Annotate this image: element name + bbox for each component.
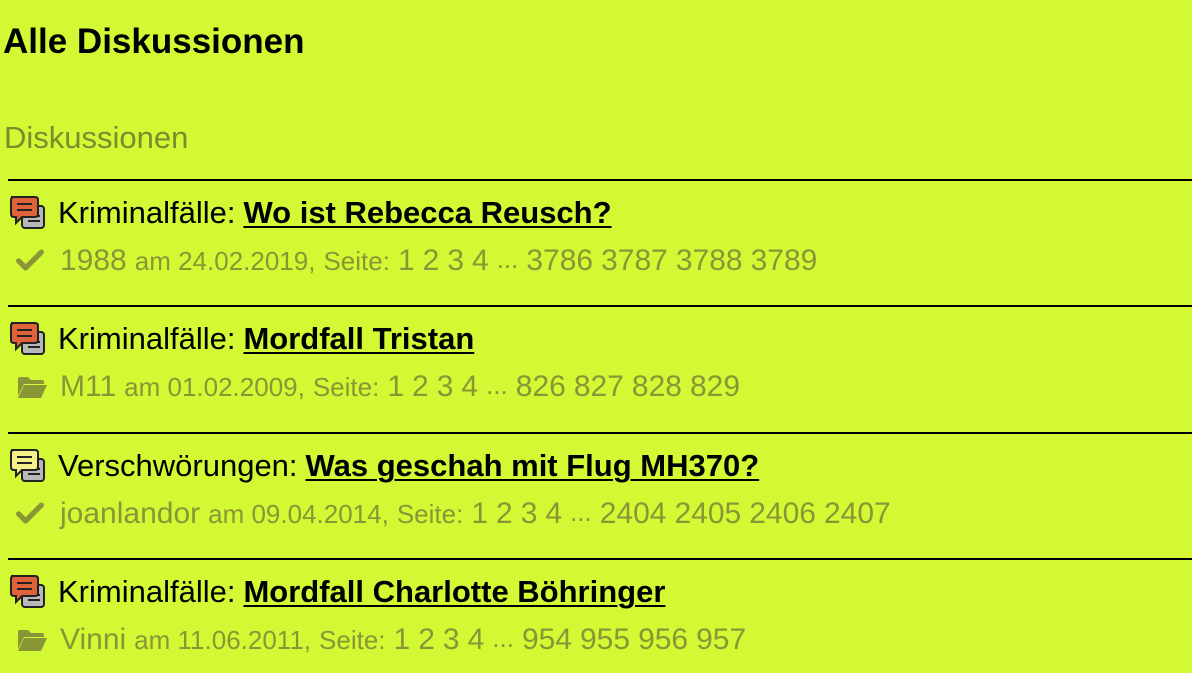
page-link[interactable]: 2407 bbox=[824, 497, 891, 531]
page-link[interactable]: 2405 bbox=[675, 497, 742, 531]
page-link[interactable]: 2 bbox=[496, 497, 513, 531]
thread-meta: M11 am 01.02.2009, Seite: 1 2 3 4... 826 827 8… bbox=[16, 369, 748, 405]
page-link[interactable]: 4 bbox=[545, 497, 562, 531]
thread-date: am 24.02.2019, bbox=[134, 245, 316, 276]
pagination-ellipsis: ... bbox=[486, 370, 508, 400]
checkmark-icon bbox=[16, 248, 48, 274]
page-link[interactable]: 3786 bbox=[526, 244, 593, 278]
page-link[interactable]: 1 bbox=[394, 623, 411, 657]
thread-author[interactable]: M11 bbox=[60, 370, 116, 404]
page-link[interactable]: 2404 bbox=[600, 497, 667, 531]
pages-label: Seite: bbox=[312, 371, 380, 402]
speech-bubble-red-icon bbox=[8, 320, 48, 358]
page-link[interactable]: 2 bbox=[412, 370, 429, 404]
page-link[interactable]: 826 bbox=[516, 370, 566, 404]
thread-meta: Vinni am 11.06.2011, Seite: 1 2 3 4... 954 95… bbox=[16, 622, 754, 658]
pagination-ellipsis: ... bbox=[492, 623, 514, 653]
page-link[interactable]: 3 bbox=[437, 370, 454, 404]
thread-author[interactable]: joanlandor bbox=[60, 497, 200, 531]
thread-header: Kriminalfälle: Mordfall Charlotte Böhrin… bbox=[8, 572, 665, 612]
thread-title-link[interactable]: Was geschah mit Flug MH370? bbox=[306, 448, 760, 484]
page-link[interactable]: 3 bbox=[447, 244, 464, 278]
checkmark-icon bbox=[16, 501, 48, 527]
thread-category: Kriminalfälle: bbox=[58, 195, 236, 230]
pages-label: Seite: bbox=[323, 245, 390, 276]
page-link[interactable]: 4 bbox=[461, 370, 478, 404]
thread-category: Kriminalfälle: bbox=[58, 574, 236, 609]
thread-category: Verschwörungen: bbox=[58, 448, 298, 483]
thread-header: Kriminalfälle: Mordfall Tristan bbox=[8, 319, 474, 359]
speech-bubble-red-icon bbox=[8, 194, 48, 232]
thread-title-link[interactable]: Wo ist Rebecca Reusch? bbox=[243, 195, 611, 231]
thread-author[interactable]: 1988 bbox=[60, 244, 127, 278]
section-title: Diskussionen bbox=[4, 120, 189, 155]
pagination: 1 2 3 4... 2404 2405 2406 2407 bbox=[471, 497, 898, 531]
thread-title-link[interactable]: Mordfall Tristan bbox=[243, 321, 474, 357]
page-link[interactable]: 1 bbox=[387, 370, 404, 404]
page-link[interactable]: 3 bbox=[521, 497, 538, 531]
pagination: 1 2 3 4... 826 827 828 829 bbox=[387, 370, 748, 404]
thread-meta: 1988 am 24.02.2019, Seite: 1 2 3 4... 3786 37… bbox=[16, 243, 825, 279]
page-link[interactable]: 829 bbox=[690, 370, 740, 404]
thread-row: Kriminalfälle: Mordfall Tristan M11 am 0… bbox=[8, 305, 1192, 432]
thread-row: Kriminalfälle: Mordfall Charlotte Böhrin… bbox=[8, 558, 1192, 673]
page-link[interactable]: 956 bbox=[638, 623, 688, 657]
pages-label: Seite: bbox=[319, 624, 386, 655]
page-link[interactable]: 3 bbox=[443, 623, 460, 657]
pagination: 1 2 3 4... 954 955 956 957 bbox=[394, 623, 755, 657]
page-link[interactable]: 957 bbox=[696, 623, 746, 657]
page-link[interactable]: 1 bbox=[398, 244, 415, 278]
thread-title-link[interactable]: Mordfall Charlotte Böhringer bbox=[243, 574, 665, 610]
page: Alle Diskussionen Diskussionen Kriminalf… bbox=[0, 0, 1192, 673]
thread-row: Verschwörungen: Was geschah mit Flug MH3… bbox=[8, 432, 1192, 559]
thread-header: Verschwörungen: Was geschah mit Flug MH3… bbox=[8, 446, 759, 486]
page-link[interactable]: 2 bbox=[418, 623, 435, 657]
thread-date: am 11.06.2011, bbox=[134, 624, 312, 655]
thread-author[interactable]: Vinni bbox=[60, 623, 126, 657]
page-link[interactable]: 954 bbox=[522, 623, 572, 657]
page-link[interactable]: 1 bbox=[471, 497, 488, 531]
speech-bubble-red-icon bbox=[8, 573, 48, 611]
page-link[interactable]: 3787 bbox=[601, 244, 668, 278]
folder-open-icon bbox=[16, 627, 48, 653]
thread-date: am 01.02.2009, bbox=[124, 371, 305, 402]
thread-header: Kriminalfälle: Wo ist Rebecca Reusch? bbox=[8, 193, 612, 233]
folder-open-icon bbox=[16, 374, 48, 400]
thread-row: Kriminalfälle: Wo ist Rebecca Reusch? 19… bbox=[8, 179, 1192, 306]
page-link[interactable]: 2406 bbox=[749, 497, 816, 531]
speech-bubble-yellow-icon bbox=[8, 447, 48, 485]
page-link[interactable]: 827 bbox=[574, 370, 624, 404]
page-link[interactable]: 955 bbox=[580, 623, 630, 657]
thread-date: am 09.04.2014, bbox=[208, 498, 389, 529]
page-link[interactable]: 828 bbox=[632, 370, 682, 404]
pagination-ellipsis: ... bbox=[570, 497, 592, 527]
page-link[interactable]: 4 bbox=[472, 244, 489, 278]
page-link[interactable]: 2 bbox=[423, 244, 440, 278]
page-link[interactable]: 3788 bbox=[676, 244, 743, 278]
pagination-ellipsis: ... bbox=[496, 244, 519, 274]
thread-category: Kriminalfälle: bbox=[58, 321, 236, 356]
pagination: 1 2 3 4... 3786 3787 3788 3789 bbox=[398, 244, 825, 278]
page-title: Alle Diskussionen bbox=[3, 22, 305, 61]
thread-meta: joanlandor am 09.04.2014, Seite: 1 2 3 4...… bbox=[16, 496, 899, 532]
page-link[interactable]: 3789 bbox=[751, 244, 818, 278]
page-link[interactable]: 4 bbox=[468, 623, 485, 657]
pages-label: Seite: bbox=[396, 498, 464, 529]
